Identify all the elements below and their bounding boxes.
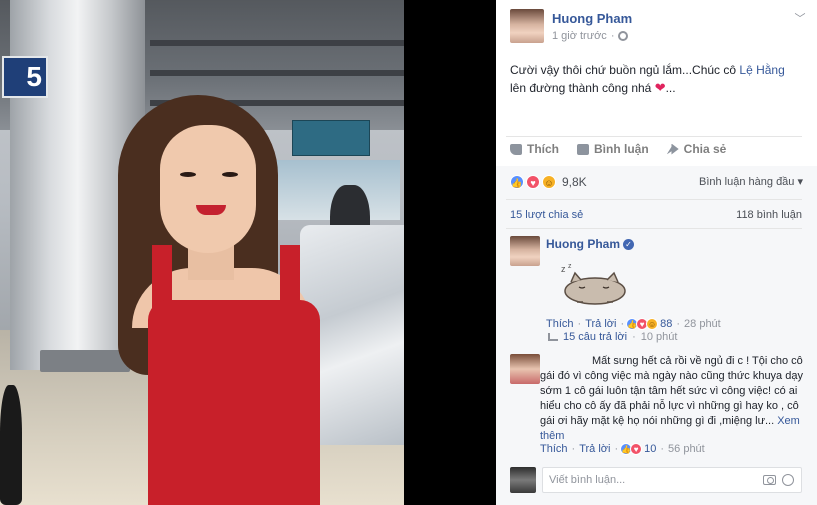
comment-item: Huong Pham ✓ z z Thích · Trả lời · 👍 ♥ ☺ 88 <box>510 236 810 346</box>
share-button[interactable]: Chia sẻ <box>666 142 727 156</box>
haha-reaction-icon: ☺ <box>646 318 659 330</box>
comment-reaction-count: 10 <box>644 443 657 455</box>
love-reaction-icon: ♥ <box>630 443 643 455</box>
comments-count[interactable]: 118 bình luận <box>736 209 802 221</box>
pillar-base <box>40 350 130 372</box>
thumbs-up-icon <box>510 143 522 155</box>
verified-badge-icon: ✓ <box>623 239 634 250</box>
mention-link[interactable]: Lệ Hằng <box>739 63 784 77</box>
post-text-part: lên đường thành công nhá <box>510 81 655 95</box>
viewer-avatar <box>510 467 536 493</box>
like-reaction-icon: 👍 <box>510 175 524 189</box>
shares-count[interactable]: 15 lượt chia sẻ <box>510 209 583 221</box>
comment-like-link[interactable]: Thích <box>546 318 574 330</box>
camera-icon[interactable] <box>763 475 776 485</box>
comment-item: Mất sưng hết cả rồi về ngủ đi c ! Tội ch… <box>510 354 810 462</box>
svg-text:z: z <box>568 263 572 270</box>
comment-label: Bình luận <box>594 142 649 156</box>
comment-reactions[interactable]: 👍 ♥ 10 <box>620 443 657 455</box>
stats-row: 15 lượt chia sẻ 118 bình luận <box>510 209 802 221</box>
globe-icon <box>618 31 629 41</box>
ceiling-beam <box>150 40 404 46</box>
share-label: Chia sẻ <box>683 142 727 156</box>
commenter-avatar[interactable] <box>510 354 540 384</box>
comment-time[interactable]: 56 phút <box>668 443 705 455</box>
author-avatar[interactable] <box>510 9 544 43</box>
divider <box>506 136 802 137</box>
comment-sort-dropdown[interactable]: Bình luận hàng đầu ▾ <box>699 175 803 188</box>
comment-reactions[interactable]: 👍 ♥ ☺ 88 <box>626 318 673 330</box>
comment-button[interactable]: Bình luận <box>577 142 649 156</box>
commenter-name[interactable]: Huong Pham <box>546 237 620 251</box>
commenter-avatar[interactable] <box>510 236 540 266</box>
comment-icon <box>577 143 589 155</box>
reply-arrow-icon <box>548 333 558 341</box>
comment-reply-link[interactable]: Trả lời <box>579 443 610 455</box>
like-button[interactable]: Thích <box>510 142 559 156</box>
share-icon <box>666 143 679 155</box>
red-dress <box>148 300 320 505</box>
haha-reaction-icon: ☺ <box>542 175 556 189</box>
emoji-icon[interactable] <box>782 474 794 486</box>
post-time[interactable]: 1 giờ trước <box>552 30 607 42</box>
view-replies-link[interactable]: 15 câu trả lời · 10 phút <box>548 331 677 343</box>
post-panel: Huong Pham 1 giờ trước · ﹀ Cười vậy thôi… <box>496 0 817 505</box>
action-bar: Thích Bình luận Chia sẻ <box>510 142 726 156</box>
comment-actions: Thích · Trả lời · 👍 ♥ ☺ 88 · 28 phút <box>546 318 721 330</box>
post-text: Cười vậy thôi chứ buồn ngủ lắm...Chúc cô… <box>510 62 802 97</box>
sleeping-cat-sticker[interactable]: z z <box>557 262 633 308</box>
reactions-summary[interactable]: 👍 ♥ ☺ 9,8K <box>510 175 587 189</box>
gate-sign: 5 <box>2 56 48 98</box>
photo-viewer[interactable]: 5 <box>0 0 496 505</box>
comment-actions: Thích · Trả lời · 👍 ♥ 10 · 56 phút <box>540 443 705 455</box>
eye <box>180 172 196 177</box>
comment-like-link[interactable]: Thích <box>540 443 568 455</box>
comment-header: Huong Pham ✓ <box>546 237 634 251</box>
post-meta: 1 giờ trước · <box>552 30 629 42</box>
divider <box>506 228 802 229</box>
face <box>160 125 256 253</box>
reaction-count: 9,8K <box>562 175 587 189</box>
chevron-down-icon[interactable]: ﹀ <box>794 13 806 25</box>
svg-text:z: z <box>561 264 566 274</box>
replies-count: 15 câu trả lời <box>563 331 628 343</box>
comment-reply-link[interactable]: Trả lời <box>585 318 616 330</box>
love-reaction-icon: ♥ <box>526 175 540 189</box>
info-board <box>292 120 370 156</box>
comment-reaction-count: 88 <box>660 318 673 330</box>
comment-time[interactable]: 28 phút <box>684 318 721 330</box>
comment-text: Mất sưng hết cả rồi về ngủ đi c ! Tội ch… <box>540 354 810 444</box>
ceiling-beam <box>150 70 404 76</box>
comment-body: Mất sưng hết cả rồi về ngủ đi c ! Tội ch… <box>540 355 803 427</box>
divider <box>506 199 802 200</box>
post-text-part: ... <box>665 81 676 95</box>
post-photo[interactable]: 5 <box>0 0 404 505</box>
post-text-part: Cười vậy thôi chứ buồn ngủ lắm...Chúc cô <box>510 63 740 77</box>
like-label: Thích <box>527 142 559 156</box>
post-header: Huong Pham 1 giờ trước · ﹀ <box>510 9 810 45</box>
eye <box>222 172 238 177</box>
heart-emoji: ❤ <box>654 80 666 95</box>
author-name[interactable]: Huong Pham <box>552 11 632 26</box>
replies-time: 10 phút <box>640 331 678 343</box>
comment-composer <box>510 467 802 493</box>
foreground-person <box>0 385 22 505</box>
feedback-section: 👍 ♥ ☺ 9,8K Bình luận hàng đầu ▾ 15 lượt … <box>496 166 817 505</box>
